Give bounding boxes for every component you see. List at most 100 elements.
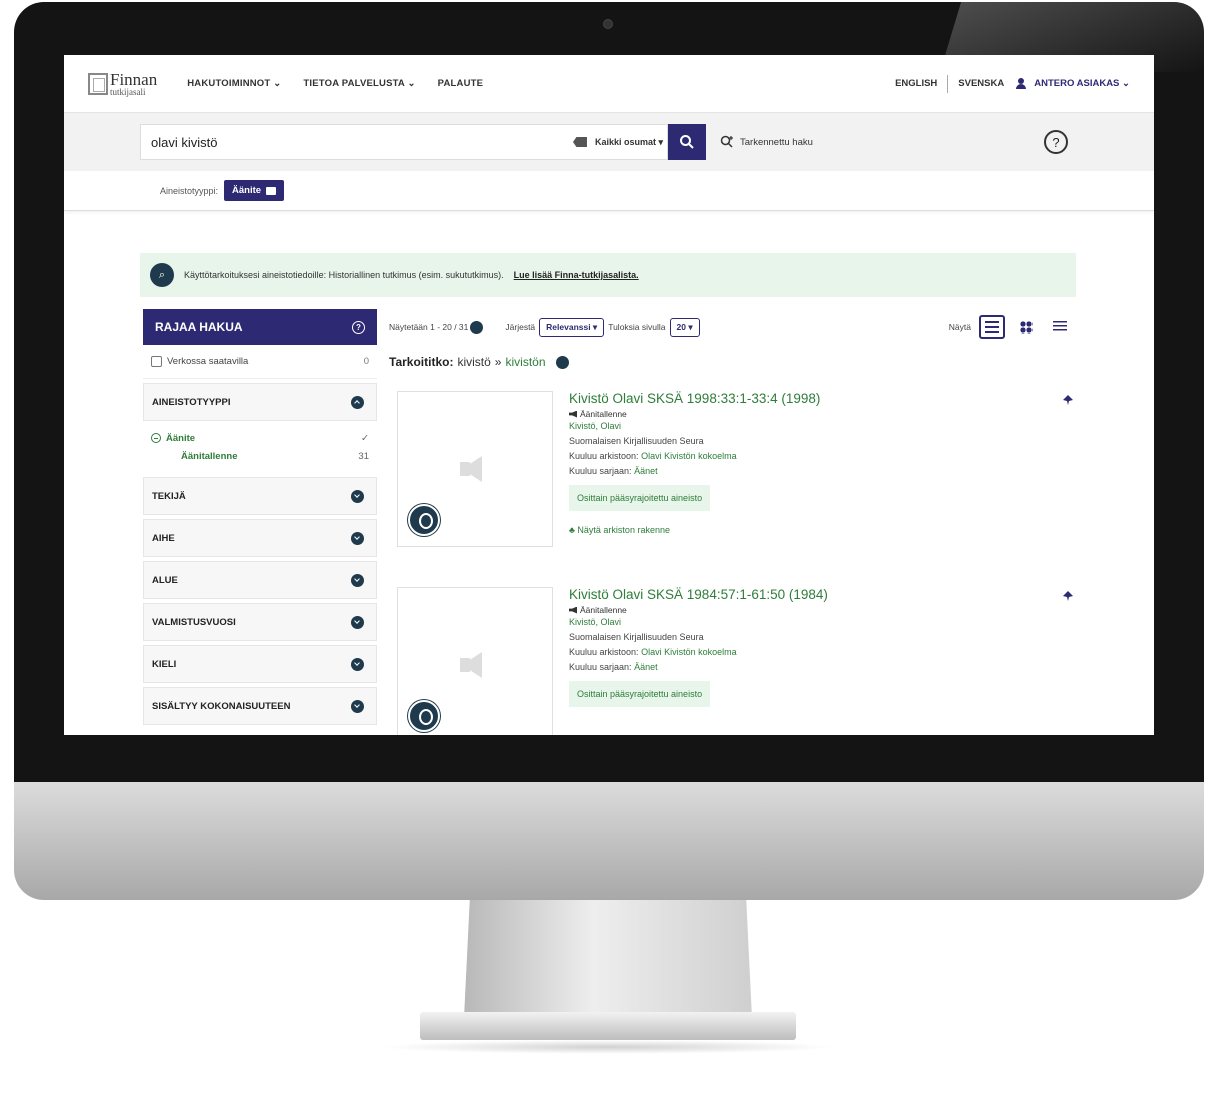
help-button[interactable]: ? [1044, 130, 1068, 154]
facet-value-count: 31 [358, 450, 369, 462]
nav-search-functions[interactable]: HAKUTOIMINNOT ⌄ [187, 78, 281, 89]
grid-view-button[interactable] [1013, 315, 1039, 339]
facet-value-sound[interactable]: Äänite ✓ [151, 429, 369, 447]
filter-chip-label: Äänite [232, 185, 262, 196]
camera [603, 19, 613, 29]
search-button[interactable] [668, 124, 706, 160]
result-count: Näytetään 1 - 20 / 31 [389, 322, 469, 332]
archive-structure-link[interactable]: ♣ Näytä arkiston rakenne [569, 525, 1029, 535]
list-view-button[interactable] [979, 315, 1005, 339]
chevron-down-icon [351, 657, 364, 671]
logo[interactable]: Finnan tutkijasali [88, 71, 157, 97]
series-link[interactable]: Äänet [634, 662, 658, 672]
facet-language[interactable]: KIELI [143, 645, 377, 683]
archive-link[interactable]: Olavi Kivistön kokoelma [641, 451, 737, 461]
logo-sub: tutkijasali [110, 86, 146, 97]
online-checkbox[interactable] [151, 356, 162, 367]
lang-svenska[interactable]: SVENSKA [958, 78, 1004, 89]
facet-author[interactable]: TEKIJÄ [143, 477, 377, 515]
logo-main: Finnan [110, 69, 158, 89]
condensed-view-icon [1053, 321, 1067, 333]
facet-material-type[interactable]: AINEISTOTYYPPI [143, 383, 377, 421]
online-available-filter[interactable]: Verkossa saatavilla 0 [143, 345, 377, 379]
search-input[interactable]: olavi kivistö Kaikki osumat ▾ [140, 124, 668, 160]
search-bar: olavi kivistö Kaikki osumat ▾ Tarkennett… [64, 113, 1154, 171]
facet-year[interactable]: VALMISTUSVUOSI [143, 603, 377, 641]
advanced-search-icon [720, 135, 733, 148]
filter-label: Aineistotyyppi: [160, 185, 219, 196]
archive-link[interactable]: Olavi Kivistön kokoelma [641, 647, 737, 657]
did-you-mean-suggestion[interactable]: kivistön [505, 355, 545, 369]
save-pin-icon[interactable] [1063, 591, 1073, 601]
advanced-search-label: Tarkennettu haku [740, 136, 813, 148]
result-title[interactable]: Kivistö Olavi SKSÄ 1984:57:1-61:50 (1984… [569, 587, 1029, 602]
top-navigation: Finnan tutkijasali HAKUTOIMINNOT ⌄ TIETO… [64, 55, 1154, 113]
archive-label: Kuuluu arkistoon: [569, 647, 639, 657]
result-format: Äänitallenne [569, 409, 1029, 419]
result-thumbnail[interactable] [397, 587, 553, 735]
sidebar-header: RAJAA HAKUA ? [143, 309, 377, 345]
audio-placeholder-icon [460, 456, 494, 482]
monitor-stand [464, 900, 752, 1018]
divider [947, 74, 949, 93]
facet-label: AIHE [152, 532, 175, 544]
facet-collection[interactable]: SISÄLTYY KOKONAISUUTEEN [143, 687, 377, 725]
facet-region[interactable]: ALUE [143, 561, 377, 599]
restricted-icon [408, 700, 440, 732]
nav-about[interactable]: TIETOA PALVELUSTA ⌄ [303, 78, 415, 89]
info-link[interactable]: Lue lisää Finna-tutkijasalista. [514, 270, 639, 280]
audio-icon [569, 410, 577, 418]
result-title[interactable]: Kivistö Olavi SKSÄ 1998:33:1-33:4 (1998) [569, 391, 1029, 406]
restricted-search-icon: ⌕ [150, 263, 174, 287]
lang-english[interactable]: ENGLISH [895, 78, 937, 89]
facet-label: AINEISTOTYYPPI [152, 396, 231, 408]
chevron-down-icon [351, 531, 364, 545]
help-icon[interactable]: ? [352, 320, 365, 334]
active-filters: Aineistotyyppi: Äänite [64, 171, 1154, 211]
sidebar: RAJAA HAKUA ? Verkossa saatavilla 0 AINE… [143, 309, 377, 735]
facet-value-label: Äänitallenne [181, 450, 238, 462]
info-banner: ⌕ Käyttötarkoituksesi aineistotiedoille:… [140, 253, 1076, 297]
facet-topic[interactable]: AIHE [143, 519, 377, 557]
series-link[interactable]: Äänet [634, 466, 658, 476]
info-icon[interactable] [470, 320, 484, 334]
result-format: Äänitallenne [569, 605, 1029, 615]
per-page-select[interactable]: 20 ▾ [669, 317, 700, 337]
filter-chip[interactable]: Äänite [224, 180, 285, 201]
audio-icon [569, 606, 577, 614]
result-thumbnail[interactable] [397, 391, 553, 547]
sort-label: Järjestä [505, 322, 536, 332]
add-icon[interactable] [555, 355, 569, 369]
nav-feedback[interactable]: PALAUTE [438, 78, 484, 89]
monitor-chin [14, 782, 1204, 900]
remove-filter-icon[interactable] [266, 186, 277, 195]
sort-select[interactable]: Relevanssi ▾ [539, 317, 605, 337]
facet-label: SISÄLTYY KOKONAISUUTEEN [152, 700, 291, 712]
search-value: olavi kivistö [151, 134, 218, 150]
user-menu[interactable]: ANTERO ASIAKAS ⌄ [1016, 78, 1130, 89]
info-text: Käyttötarkoituksesi aineistotiedoille: H… [184, 270, 504, 280]
results-area: Näytetään 1 - 20 / 31 Järjestä Relevanss… [389, 309, 1073, 735]
result-format-label: Äänitallenne [580, 409, 627, 419]
result-series: Kuuluu sarjaan: Äänet [569, 660, 1029, 675]
access-restriction-badge: Osittain pääsyrajoitettu aineisto [569, 681, 711, 707]
result-author[interactable]: Kivistö, Olavi [569, 615, 1029, 630]
advanced-search-link[interactable]: Tarkennettu haku [720, 135, 813, 149]
save-pin-icon[interactable] [1063, 395, 1073, 405]
facet-value-label: Äänite [166, 432, 196, 444]
condensed-view-button[interactable] [1047, 315, 1073, 339]
clear-icon[interactable] [572, 137, 587, 147]
search-scope-select[interactable]: Kaikki osumat ▾ [595, 137, 663, 148]
chevron-down-icon [351, 615, 364, 629]
result-archive: Kuuluu arkistoon: Olavi Kivistön kokoelm… [569, 645, 1029, 660]
did-you-mean-label: Tarkoititko: [389, 355, 454, 369]
logo-icon [88, 72, 108, 95]
result-organization: Suomalaisen Kirjallisuuden Seura [569, 436, 704, 446]
result-author[interactable]: Kivistö, Olavi [569, 419, 1029, 434]
grid-view-icon [1019, 320, 1033, 334]
sidebar-title: RAJAA HAKUA [155, 320, 243, 334]
user-icon [1016, 78, 1027, 89]
facet-value-recording[interactable]: Äänitallenne 31 [151, 447, 369, 465]
chevron-down-icon [351, 489, 364, 503]
facet-label: KIELI [152, 658, 177, 670]
